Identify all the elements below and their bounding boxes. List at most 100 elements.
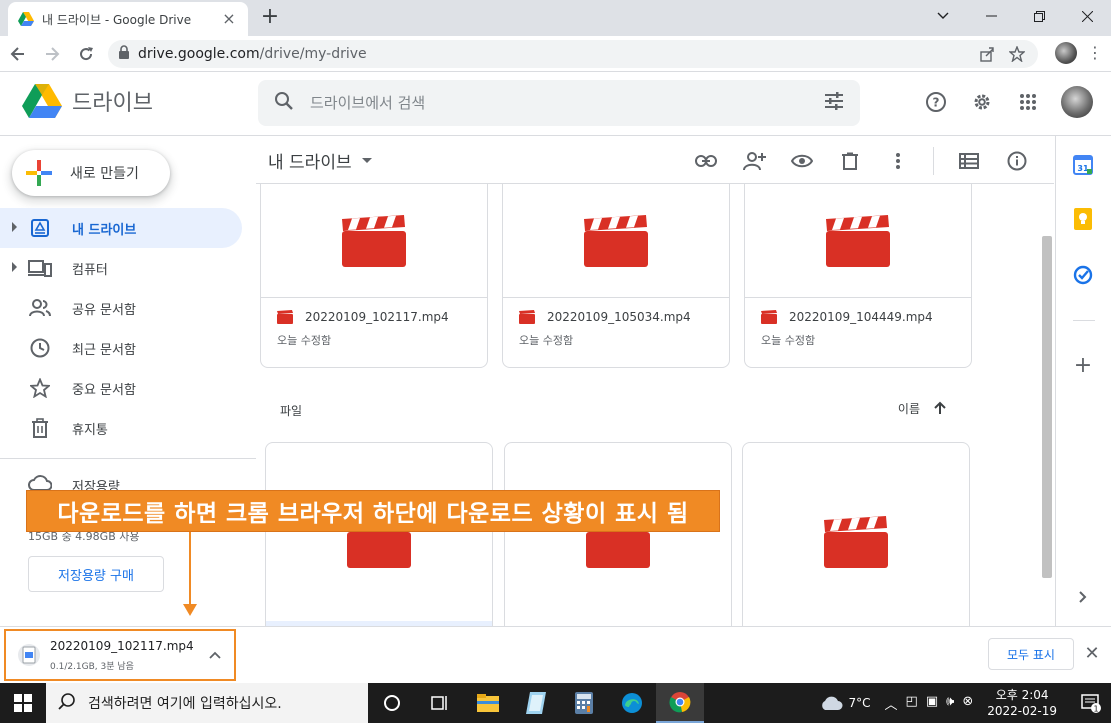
network-icon[interactable]: ▣	[926, 694, 938, 713]
sidebar-item-starred[interactable]: 중요 문서함	[0, 368, 242, 408]
new-button-label: 새로 만들기	[70, 166, 139, 182]
sidebar-item-my-drive[interactable]: 내 드라이브	[0, 208, 242, 248]
file-modified: 오늘 수정함	[519, 334, 574, 347]
buy-storage-button[interactable]: 저장용량 구매	[28, 556, 164, 592]
calculator-icon[interactable]	[560, 683, 608, 723]
minimize-button[interactable]	[967, 0, 1015, 32]
lock-icon[interactable]	[118, 45, 130, 63]
taskbar-search-box[interactable]: 검색하려면 여기에 입력하십시오.	[46, 683, 368, 723]
sidebar-item-computers[interactable]: 컴퓨터	[0, 248, 242, 288]
tasks-icon[interactable]	[1072, 264, 1094, 286]
info-icon[interactable]	[1004, 148, 1030, 174]
file-card[interactable]	[742, 442, 970, 626]
weather-widget[interactable]: 7°C	[819, 695, 871, 711]
download-item[interactable]: 20220109_102117.mp4 0.1/2.1GB, 3분 남음	[4, 629, 236, 681]
taskbar-clock[interactable]: 오후 2:04 2022-02-19	[987, 687, 1057, 719]
help-icon[interactable]: ?	[923, 89, 949, 115]
settings-gear-icon[interactable]	[969, 89, 995, 115]
tab-search-icon[interactable]	[919, 0, 967, 32]
chrome-menu-icon[interactable]: ⋮	[1087, 45, 1103, 61]
address-bar[interactable]: drive.google.com/drive/my-drive	[108, 40, 1038, 68]
url-host: drive.google.com	[138, 46, 260, 62]
account-avatar[interactable]	[1061, 86, 1093, 118]
chrome-profile-avatar[interactable]	[1055, 42, 1077, 64]
search-input[interactable]	[310, 94, 824, 112]
windows-start-icon[interactable]	[0, 683, 46, 723]
tray-chevron-up-icon[interactable]: ︿	[885, 694, 898, 713]
chevron-right-icon[interactable]	[1072, 586, 1094, 608]
tray-app-icon[interactable]: ◰	[906, 694, 918, 713]
reload-icon[interactable]	[70, 38, 102, 70]
delete-trash-icon[interactable]	[837, 148, 863, 174]
apps-grid-icon[interactable]	[1015, 89, 1041, 115]
share-icon[interactable]	[976, 43, 998, 65]
preview-eye-icon[interactable]	[789, 148, 815, 174]
sidebar-item-label: 휴지통	[72, 422, 108, 438]
notepad-icon[interactable]	[512, 683, 560, 723]
add-addon-icon[interactable]: +	[1072, 353, 1094, 378]
show-all-button[interactable]: 모두 표시	[988, 638, 1074, 670]
file-card[interactable]	[265, 442, 493, 626]
task-view-icon[interactable]	[416, 683, 464, 723]
expand-arrow-icon[interactable]	[12, 262, 17, 272]
tab-close-icon[interactable]: ×	[220, 10, 238, 28]
calendar-icon[interactable]: 31	[1072, 154, 1094, 176]
file-card-meta: 20220109_105034.mp4 오늘 수정함	[503, 297, 729, 360]
location-title-text: 내 드라이브	[268, 153, 352, 173]
download-status: 0.1/2.1GB, 3분 남음	[50, 661, 134, 672]
add-person-icon[interactable]	[741, 148, 767, 174]
video-file-icon	[519, 310, 535, 324]
chrome-browser-icon[interactable]	[656, 683, 704, 723]
video-clapper-icon	[584, 215, 648, 267]
download-shelf: 20220109_102117.mp4 0.1/2.1GB, 3분 남음 모두 …	[0, 626, 1111, 682]
browser-tab[interactable]: 내 드라이브 - Google Drive ×	[8, 2, 248, 36]
close-icon[interactable]: ✕	[1080, 641, 1104, 665]
search-icon[interactable]	[274, 91, 294, 115]
browser-toolbar: drive.google.com/drive/my-drive ⋮	[0, 36, 1111, 72]
file-explorer-icon[interactable]	[464, 683, 512, 723]
restore-button[interactable]	[1015, 0, 1063, 32]
new-button[interactable]: 새로 만들기	[12, 150, 170, 196]
sidebar-item-shared[interactable]: 공유 문서함	[0, 288, 242, 328]
main-scrollbar[interactable]	[1042, 236, 1052, 578]
more-vertical-icon[interactable]	[885, 148, 911, 174]
chevron-up-icon[interactable]	[204, 644, 226, 666]
toolbar-divider	[933, 147, 934, 175]
new-tab-button[interactable]: +	[258, 6, 282, 30]
drive-search-box[interactable]	[258, 80, 860, 126]
cortana-icon[interactable]	[368, 683, 416, 723]
edge-browser-icon[interactable]	[608, 683, 656, 723]
list-view-icon[interactable]	[956, 148, 982, 174]
expand-arrow-icon[interactable]	[12, 222, 17, 232]
sidebar-item-recent[interactable]: 최근 문서함	[0, 328, 242, 368]
search-options-icon[interactable]	[824, 92, 844, 114]
url-text[interactable]: drive.google.com/drive/my-drive	[138, 46, 968, 62]
close-window-button[interactable]	[1063, 0, 1111, 32]
sort-by-name-control[interactable]: 이름	[898, 400, 946, 417]
notification-center-icon[interactable]: 1	[1071, 683, 1111, 723]
location-title[interactable]: 내 드라이브	[268, 148, 372, 173]
system-tray: 7°C ︿ ◰ ▣ 🕪 ⊗ 오후 2:04 2022-02-19 1	[819, 683, 1111, 723]
sidebar: 새로 만들기 내 드라이브 컴퓨터 공유 문서함 최근 문서함 중요 문서함 휴…	[0, 136, 256, 626]
sidebar-item-trash[interactable]: 휴지통	[0, 408, 242, 448]
bookmark-star-icon[interactable]	[1006, 43, 1028, 65]
main-toolbar: 내 드라이브	[256, 136, 1054, 184]
file-card[interactable]: 20220109_105034.mp4 오늘 수정함	[502, 170, 730, 368]
sidebar-item-label: 컴퓨터	[72, 262, 108, 278]
side-panel-divider	[1073, 320, 1095, 321]
link-icon[interactable]	[693, 148, 719, 174]
volume-icon[interactable]: 🕪	[946, 694, 954, 713]
main-content: 내 드라이브 20220109_102117.mp4 오늘 수정함 202201…	[256, 136, 1054, 626]
drive-logo[interactable]: 드라이브	[22, 84, 153, 118]
video-file-icon	[761, 310, 777, 324]
clock-icon	[28, 336, 52, 360]
file-card[interactable]: 20220109_104449.mp4 오늘 수정함	[744, 170, 972, 368]
forward-arrow-icon[interactable]	[36, 38, 68, 70]
video-thumbnail	[745, 185, 971, 297]
keep-icon[interactable]	[1072, 208, 1094, 230]
sort-ascending-arrow-icon[interactable]	[934, 401, 946, 417]
file-card[interactable]: 20220109_102117.mp4 오늘 수정함	[260, 170, 488, 368]
tray-close-circle-icon[interactable]: ⊗	[962, 694, 973, 713]
file-card[interactable]	[504, 442, 732, 626]
back-arrow-icon[interactable]	[2, 38, 34, 70]
